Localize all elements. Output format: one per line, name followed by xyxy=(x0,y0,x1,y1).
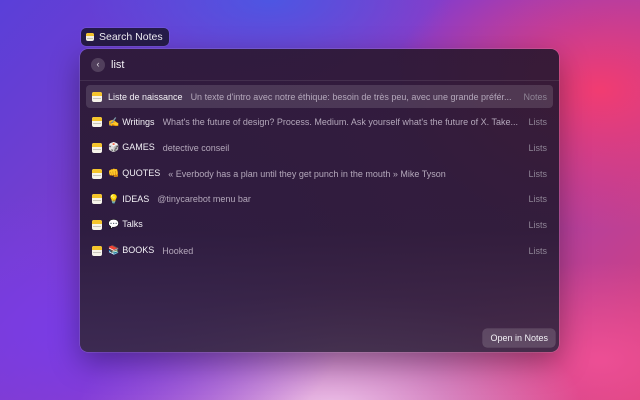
item-title: 📚 BOOKS xyxy=(108,245,154,256)
note-icon xyxy=(92,117,102,128)
notes-app-icon xyxy=(86,33,94,41)
item-title-text: Liste de naissance xyxy=(108,91,183,102)
item-accessory: Lists xyxy=(528,219,547,230)
search-input[interactable] xyxy=(111,58,531,71)
list-item[interactable]: 📚 BOOKS Hooked Lists xyxy=(86,239,553,262)
item-subtitle: Un texte d'intro avec notre éthique: bes… xyxy=(190,91,512,102)
item-title-text: GAMES xyxy=(122,142,155,153)
note-icon xyxy=(92,142,102,153)
item-title: 💬 Talks xyxy=(108,219,143,230)
note-icon xyxy=(92,245,102,256)
item-title-text: BOOKS xyxy=(122,245,155,256)
item-title-text: Writings xyxy=(122,116,155,127)
pill-label: Search Notes xyxy=(99,31,163,43)
note-icon xyxy=(92,194,102,205)
item-title: Liste de naissance xyxy=(108,92,183,102)
item-subtitle: @tinycarebot menu bar xyxy=(157,194,251,205)
item-title: 👊 QUOTES xyxy=(108,168,160,179)
chevron-left-icon: ‹ xyxy=(96,59,100,69)
search-bar: ‹ xyxy=(80,49,559,81)
item-subtitle: detective conseil xyxy=(162,142,230,153)
search-notes-pill: Search Notes xyxy=(81,28,169,46)
item-emoji: 💡 xyxy=(108,194,120,205)
command-window: ‹ Liste de naissance Un texte d'intro ave… xyxy=(80,49,559,352)
item-title: ✍️ Writings xyxy=(108,117,155,128)
item-accessory: Lists xyxy=(528,168,547,179)
item-title: 🎲 GAMES xyxy=(108,142,155,153)
item-accessory: Lists xyxy=(528,245,547,256)
list-item[interactable]: Liste de naissance Un texte d'intro avec … xyxy=(86,85,553,108)
note-icon xyxy=(92,168,102,179)
item-accessory: Lists xyxy=(528,117,547,128)
item-title-text: Talks xyxy=(122,219,143,230)
item-title-text: IDEAS xyxy=(122,193,150,204)
list-item[interactable]: ✍️ Writings What's the future of design? P… xyxy=(86,111,553,134)
note-icon xyxy=(92,219,102,230)
item-title: 💡 IDEAS xyxy=(108,194,149,205)
item-accessory: Notes xyxy=(523,91,547,102)
list-item[interactable]: 👊 QUOTES « Everbody has a plan until they … xyxy=(86,162,553,185)
back-button[interactable]: ‹ xyxy=(91,57,105,72)
results-list: Liste de naissance Un texte d'intro avec … xyxy=(86,85,553,265)
item-emoji: 👊 xyxy=(108,169,120,180)
list-item[interactable]: 🎲 GAMES detective conseil Lists xyxy=(86,136,553,159)
item-subtitle: What's the future of design? Process. Me… xyxy=(162,117,519,128)
list-item[interactable]: 💡 IDEAS @tinycarebot menu bar Lists xyxy=(86,188,553,211)
item-accessory: Lists xyxy=(528,194,547,205)
item-accessory: Lists xyxy=(528,142,547,153)
item-subtitle: Hooked xyxy=(162,245,194,256)
item-emoji: 🎲 xyxy=(108,143,120,154)
item-emoji: 📚 xyxy=(108,246,120,257)
item-emoji: 💬 xyxy=(108,220,120,231)
open-in-notes-label: Open in Notes xyxy=(490,333,548,343)
item-emoji: ✍️ xyxy=(108,117,120,128)
item-subtitle: « Everbody has a plan until they get pun… xyxy=(168,168,446,179)
item-title-text: QUOTES xyxy=(122,168,161,179)
open-in-notes-button[interactable]: Open in Notes xyxy=(483,329,555,347)
list-item[interactable]: 💬 Talks Lists xyxy=(86,213,553,236)
note-icon xyxy=(92,91,102,102)
